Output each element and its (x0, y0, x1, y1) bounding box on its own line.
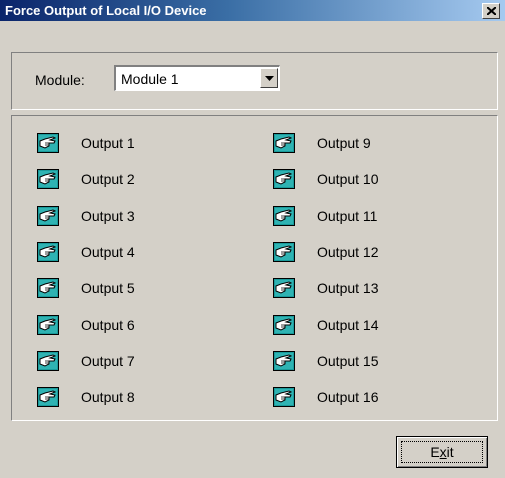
pointing-hand-icon[interactable] (37, 351, 59, 371)
pointing-hand-icon[interactable] (273, 169, 295, 189)
output-item[interactable]: Output 2 (37, 169, 227, 193)
output-item[interactable]: Output 14 (273, 315, 463, 339)
pointing-hand-icon[interactable] (37, 278, 59, 298)
output-item[interactable]: Output 1 (37, 133, 227, 157)
output-item[interactable]: Output 10 (273, 169, 463, 193)
output-item[interactable]: Output 7 (37, 351, 227, 375)
output-label: Output 11 (317, 208, 378, 224)
output-label: Output 16 (317, 389, 379, 405)
outputs-panel: Output 1 Output 2 Output 3 Output 4 Output 5… (11, 115, 498, 421)
output-item[interactable]: Output 4 (37, 242, 227, 266)
chevron-down-icon (265, 76, 274, 81)
output-item[interactable]: Output 3 (37, 206, 227, 230)
output-label: Output 6 (81, 317, 135, 333)
pointing-hand-icon[interactable] (37, 315, 59, 335)
title-bar[interactable]: Force Output of Local I/O Device (0, 0, 505, 21)
pointing-hand-icon[interactable] (273, 242, 295, 262)
output-item[interactable]: Output 6 (37, 315, 227, 339)
pointing-hand-icon[interactable] (37, 133, 59, 153)
dialog-window: Force Output of Local I/O Device Module:… (0, 0, 505, 478)
output-label: Output 14 (317, 317, 379, 333)
pointing-hand-icon[interactable] (37, 387, 59, 407)
pointing-hand-icon[interactable] (273, 315, 295, 335)
output-label: Output 8 (81, 389, 135, 405)
output-label: Output 1 (81, 135, 135, 151)
pointing-hand-icon[interactable] (273, 278, 295, 298)
output-item[interactable]: Output 12 (273, 242, 463, 266)
pointing-hand-icon[interactable] (273, 133, 295, 153)
output-label: Output 2 (81, 171, 135, 187)
output-label: Output 9 (317, 135, 371, 151)
output-item[interactable]: Output 11 (273, 206, 463, 230)
output-label: Output 4 (81, 244, 135, 260)
output-label: Output 12 (317, 244, 379, 260)
output-item[interactable]: Output 16 (273, 387, 463, 411)
close-icon (487, 7, 496, 15)
exit-button-label: Exit (430, 444, 454, 460)
output-label: Output 5 (81, 280, 135, 296)
output-label: Output 7 (81, 353, 135, 369)
pointing-hand-icon[interactable] (273, 206, 295, 226)
pointing-hand-icon[interactable] (37, 206, 59, 226)
output-item[interactable]: Output 15 (273, 351, 463, 375)
module-select-value: Module 1 (121, 71, 179, 87)
output-item[interactable]: Output 5 (37, 278, 227, 302)
output-item[interactable]: Output 9 (273, 133, 463, 157)
exit-button[interactable]: Exit (396, 436, 488, 468)
module-select-dropdown-button[interactable] (260, 68, 278, 88)
output-item[interactable]: Output 13 (273, 278, 463, 302)
output-label: Output 15 (317, 353, 379, 369)
module-label: Module: (35, 72, 85, 88)
pointing-hand-icon[interactable] (37, 242, 59, 262)
close-button[interactable] (482, 3, 500, 19)
pointing-hand-icon[interactable] (273, 387, 295, 407)
pointing-hand-icon[interactable] (37, 169, 59, 189)
pointing-hand-icon[interactable] (273, 351, 295, 371)
output-label: Output 3 (81, 208, 135, 224)
output-item[interactable]: Output 8 (37, 387, 227, 411)
module-panel: Module: Module 1 (11, 52, 498, 110)
module-select[interactable]: Module 1 (114, 65, 280, 91)
output-label: Output 10 (317, 171, 379, 187)
window-title: Force Output of Local I/O Device (5, 3, 207, 18)
output-label: Output 13 (317, 280, 379, 296)
